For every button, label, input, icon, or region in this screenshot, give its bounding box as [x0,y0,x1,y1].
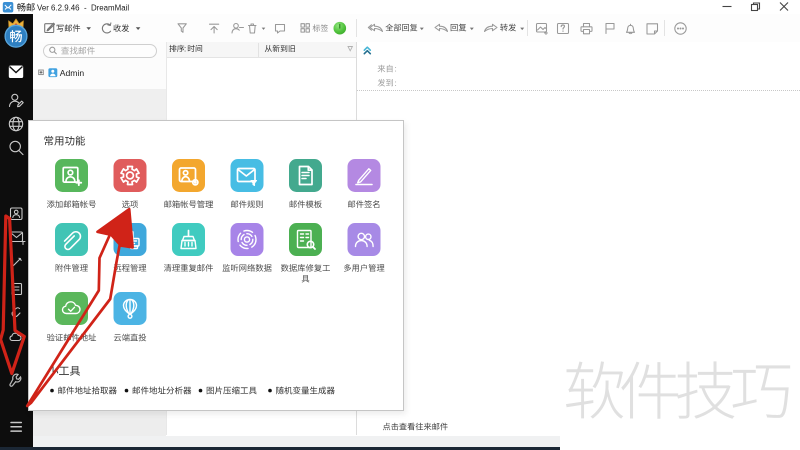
svg-text::: : [395,79,397,88]
svg-text::: : [395,65,397,74]
